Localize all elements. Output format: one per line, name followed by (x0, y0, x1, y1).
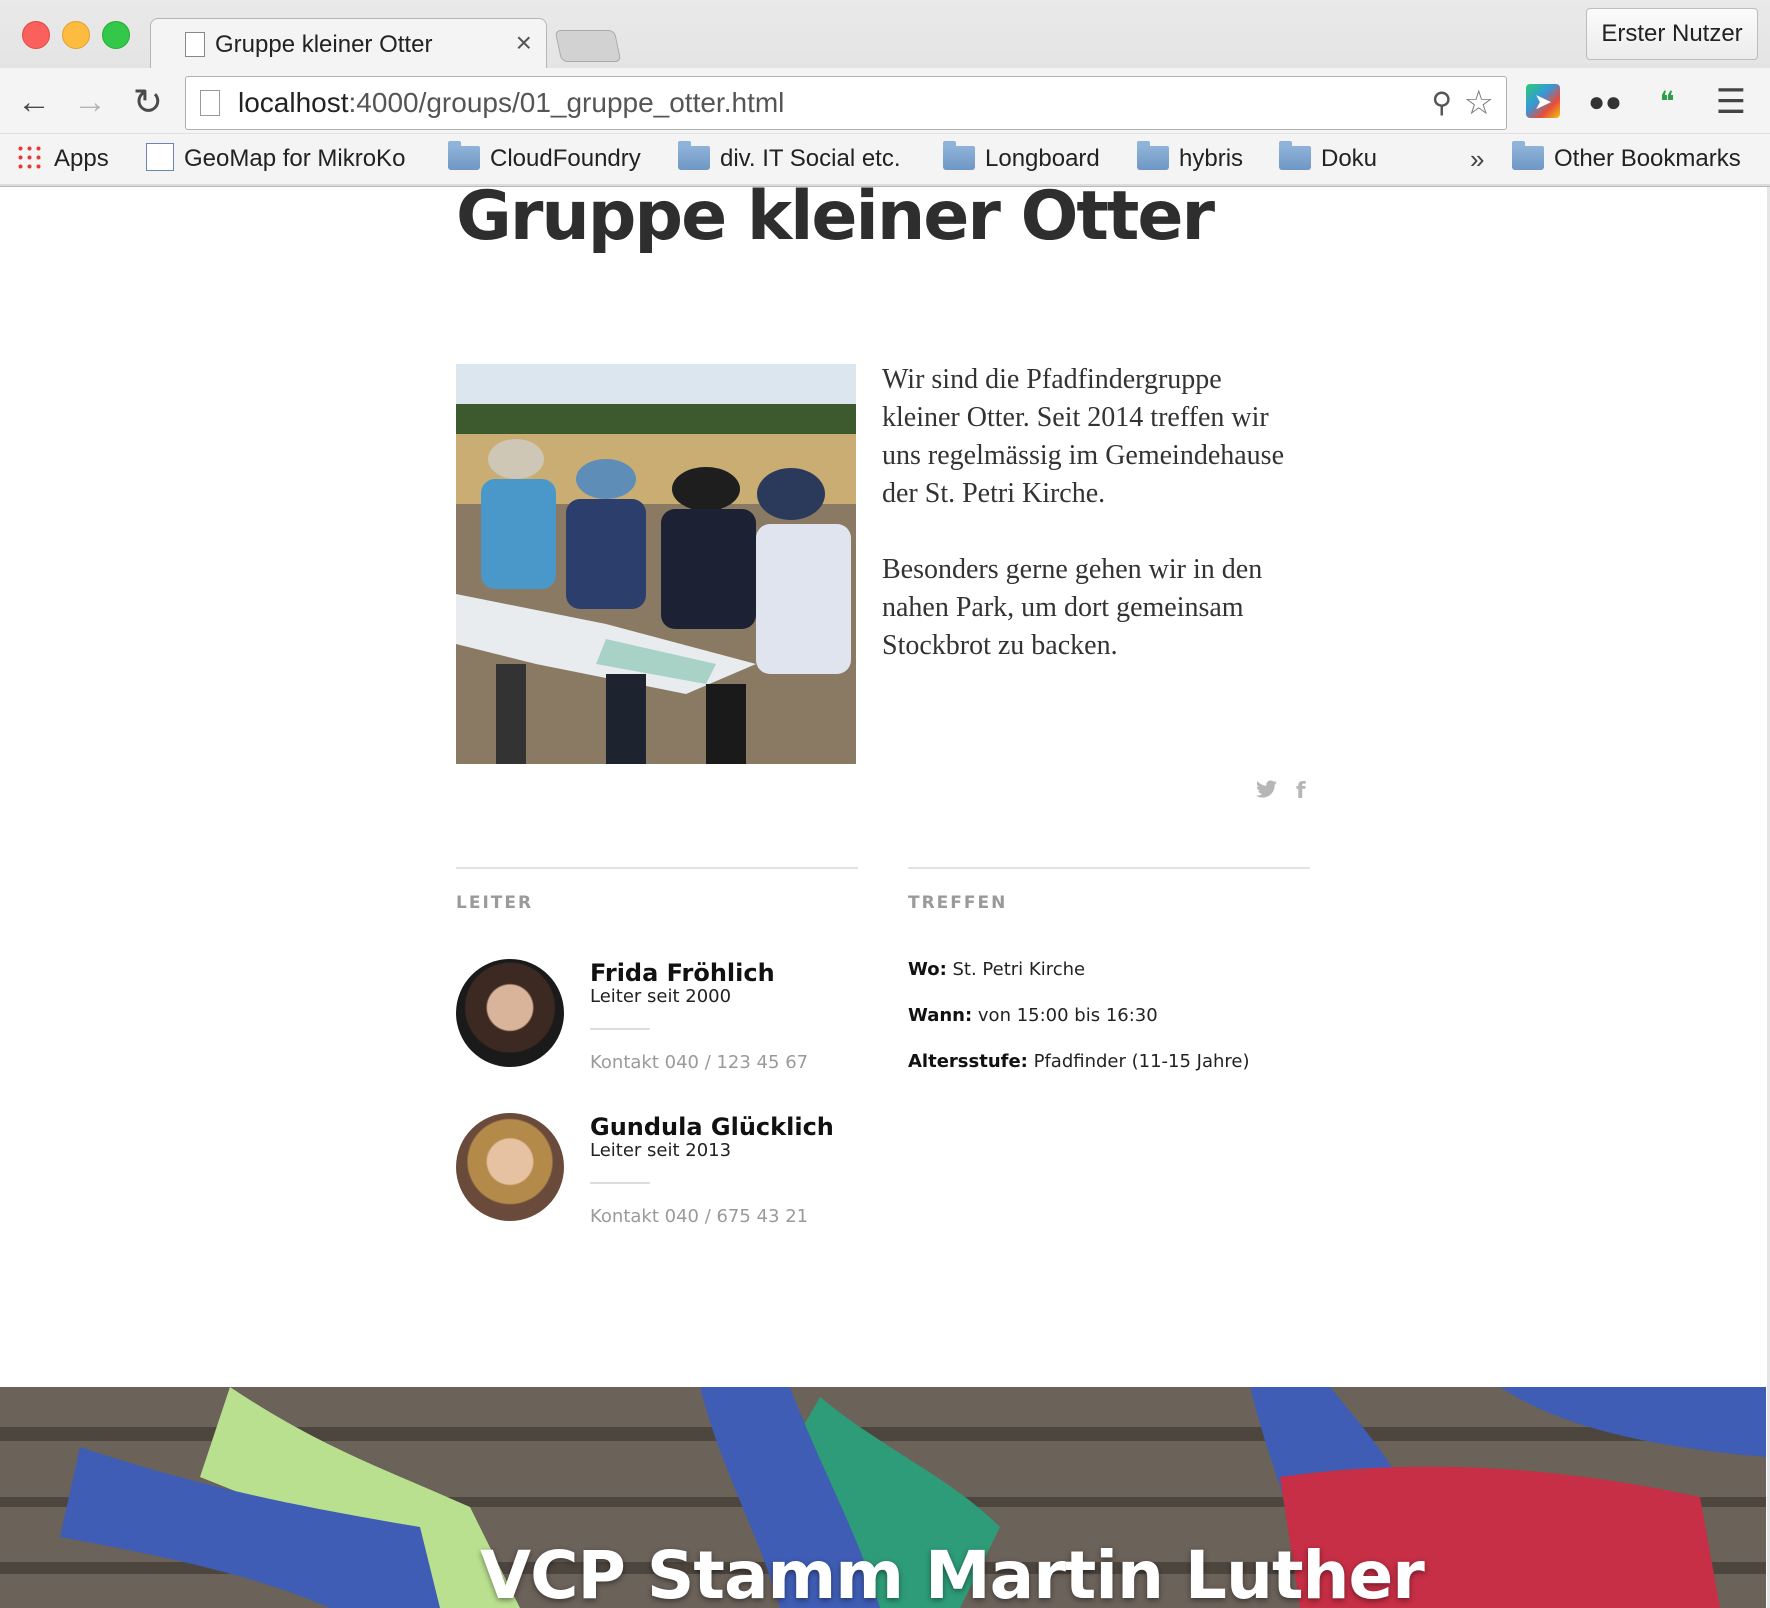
bookmark-longboard[interactable]: Longboard (943, 141, 1100, 176)
leader-name: Frida Fröhlich (590, 959, 775, 987)
footer-banner: VCP Stamm Martin Luther (0, 1387, 1766, 1608)
hangouts-icon[interactable]: ❝ (1648, 84, 1686, 120)
avatar (456, 1113, 564, 1221)
bookmark-div-it-social[interactable]: div. IT Social etc. (678, 141, 901, 176)
back-arrow-icon[interactable]: ← (16, 84, 52, 120)
browser-toolbar: ← → ↻ localhost:4000/groups/01_gruppe_ot… (0, 68, 1770, 133)
bookmark-apps[interactable]: Apps (16, 142, 109, 176)
geomap-icon (146, 143, 174, 171)
meeting-age-group: Altersstufe: Pfadfinder (11-15 Jahre) (908, 1051, 1250, 1072)
folder-icon (1512, 141, 1544, 170)
minimize-window-button[interactable] (62, 21, 90, 49)
zoom-window-button[interactable] (102, 21, 130, 49)
intro-paragraph: Besonders gerne gehen wir in den nahen P… (882, 554, 1263, 661)
bookmarks-overflow-icon[interactable]: » (1470, 142, 1484, 176)
folder-icon (678, 141, 710, 170)
meeting-location: Wo: St. Petri Kirche (908, 959, 1086, 980)
leader-divider (590, 1182, 650, 1184)
reload-icon[interactable]: ↻ (130, 84, 166, 120)
leader-divider (590, 1028, 650, 1030)
address-bar[interactable]: localhost:4000/groups/01_gruppe_otter.ht… (185, 76, 1507, 130)
leader-since: Leiter seit 2013 (590, 1140, 732, 1161)
folder-icon (943, 141, 975, 170)
group-photo (456, 364, 856, 764)
bookmark-cloudfoundry[interactable]: CloudFoundry (448, 141, 641, 176)
page-icon (200, 90, 220, 116)
section-divider (908, 867, 1310, 869)
page-icon (185, 32, 205, 57)
zoom-icon[interactable]: ⚲ (1431, 86, 1452, 119)
browser-chrome: Gruppe kleiner Otter × Erster Nutzer ← →… (0, 0, 1770, 187)
group-intro: Wir sind die Pfadfindergruppe kleiner Ot… (882, 361, 1302, 703)
footer-title: VCP Stamm Martin Luther (480, 1537, 1425, 1608)
folder-icon (1137, 141, 1169, 170)
bookmark-star-icon[interactable]: ☆ (1464, 83, 1494, 123)
intro-paragraph: Wir sind die Pfadfindergruppe kleiner Ot… (882, 364, 1285, 509)
new-tab-button[interactable] (554, 30, 622, 62)
bookmark-doku[interactable]: Doku (1279, 141, 1377, 176)
avatar (456, 959, 564, 1067)
leader-contact: Kontakt 040 / 123 45 67 (590, 1052, 809, 1073)
tab-close-icon[interactable]: × (516, 27, 532, 59)
leader-name: Gundula Glücklich (590, 1113, 834, 1141)
facebook-icon[interactable]: f (1296, 779, 1306, 804)
page-title: Gruppe kleiner Otter (456, 187, 1215, 256)
url-path: :4000/groups/01_gruppe_otter.html (348, 87, 785, 118)
forward-arrow-icon[interactable]: → (72, 84, 108, 120)
apps-grid-icon (16, 144, 42, 170)
bookmark-geomap[interactable]: GeoMap for MikroKo (146, 142, 405, 176)
profile-button[interactable]: Erster Nutzer (1586, 8, 1758, 60)
close-window-button[interactable] (22, 21, 50, 49)
extension-rocket-icon[interactable]: ➤ (1526, 84, 1560, 118)
twitter-icon[interactable] (1256, 779, 1278, 804)
section-divider (456, 867, 858, 869)
browser-tab-active[interactable]: Gruppe kleiner Otter × (150, 18, 547, 69)
url-text[interactable]: localhost:4000/groups/01_gruppe_otter.ht… (238, 87, 784, 119)
menu-icon[interactable]: ☰ (1712, 84, 1750, 120)
folder-icon (1279, 141, 1311, 170)
leiter-heading: LEITER (456, 893, 534, 913)
bookmark-other[interactable]: Other Bookmarks (1512, 141, 1741, 176)
bookmarks-bar: Apps GeoMap for MikroKo CloudFoundry div… (0, 134, 1770, 184)
leader-since: Leiter seit 2000 (590, 986, 732, 1007)
bookmark-hybris[interactable]: hybris (1137, 141, 1243, 176)
tab-title: Gruppe kleiner Otter (215, 31, 433, 58)
meeting-time: Wann: von 15:00 bis 16:30 (908, 1005, 1158, 1026)
leader-contact: Kontakt 040 / 675 43 21 (590, 1206, 809, 1227)
url-host: localhost (238, 87, 349, 118)
extension-mask-icon[interactable]: ●● (1586, 84, 1624, 120)
folder-icon (448, 141, 480, 170)
page-content: Gruppe kleiner Otter Wir sind die Pfadfi… (0, 187, 1770, 1608)
scouts-with-map-image (456, 364, 856, 764)
treffen-heading: TREFFEN (908, 893, 1008, 913)
